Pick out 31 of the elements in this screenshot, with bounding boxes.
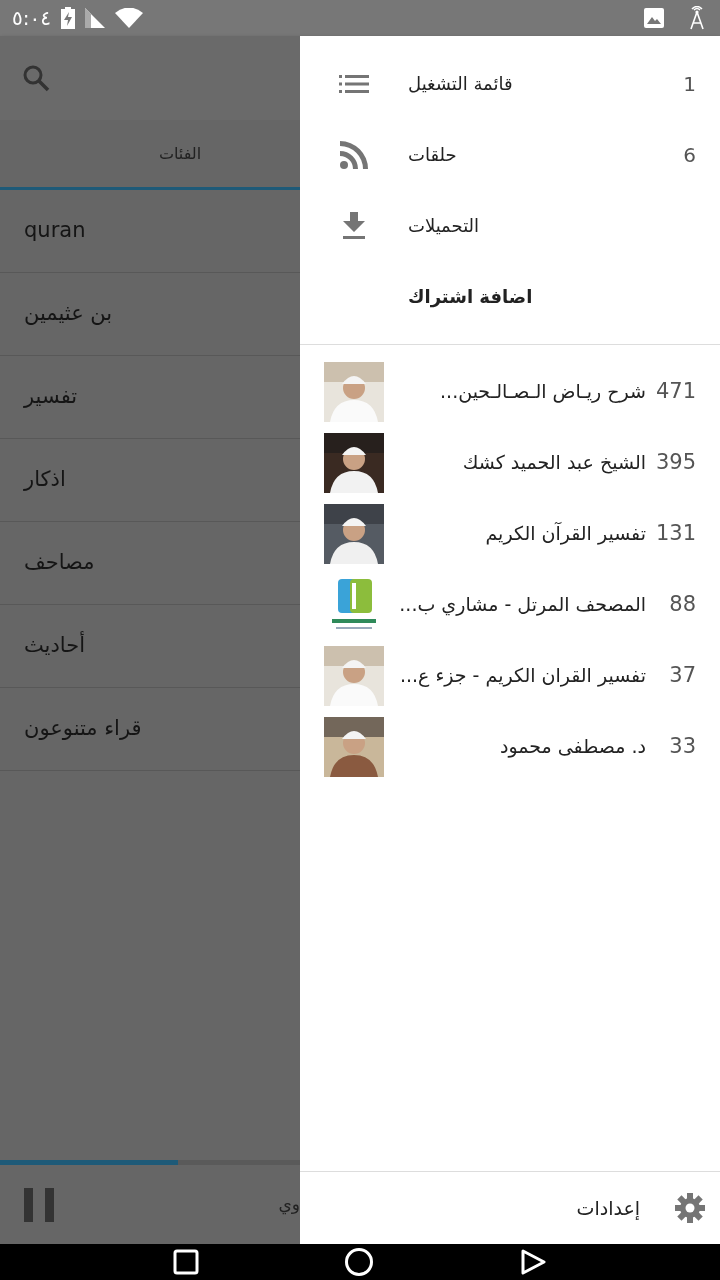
subscription-title: د. مصطفى محمود (499, 734, 647, 760)
item-count: 1 (682, 70, 697, 98)
subscription-title: المصحف المرتل - مشاري ب... (398, 592, 647, 618)
image-icon (644, 8, 664, 28)
episode-count: 37 (668, 661, 696, 689)
subscription-title: تفسير القرآن الكريم (484, 521, 647, 547)
episode-count: 131 (656, 519, 696, 547)
menu-item[interactable]: اضافة اشتراك (300, 261, 720, 332)
antenna-icon (688, 6, 706, 30)
episode-count: 88 (668, 590, 696, 618)
episode-count: 33 (668, 732, 696, 760)
battery-icon (60, 7, 75, 29)
menu-item[interactable]: التحميلات (300, 190, 720, 261)
list-icon (339, 73, 369, 94)
status-time: ٥:٠٤ (12, 5, 51, 32)
track-title: وي (278, 1192, 300, 1217)
settings-icon[interactable] (674, 1192, 706, 1224)
episode-count: 471 (656, 377, 696, 405)
recents-icon[interactable] (172, 1249, 199, 1275)
subscription-title: الشيخ عبد الحميد كشك (461, 450, 647, 476)
download-icon (342, 211, 366, 240)
episode-count: 395 (656, 448, 696, 476)
subscription-title: شرح ريـاض الـصـالـحين... (439, 379, 647, 405)
item-count: 6 (682, 141, 697, 169)
signal-icon (84, 8, 105, 28)
subscription-title: تفسير القران الكريم - جزء ع... (398, 663, 647, 689)
back-icon[interactable] (519, 1248, 548, 1276)
home-icon[interactable] (344, 1247, 374, 1277)
settings-label[interactable]: إعدادات (576, 1193, 640, 1223)
wifi-icon (114, 8, 143, 28)
rss-icon (340, 140, 368, 169)
